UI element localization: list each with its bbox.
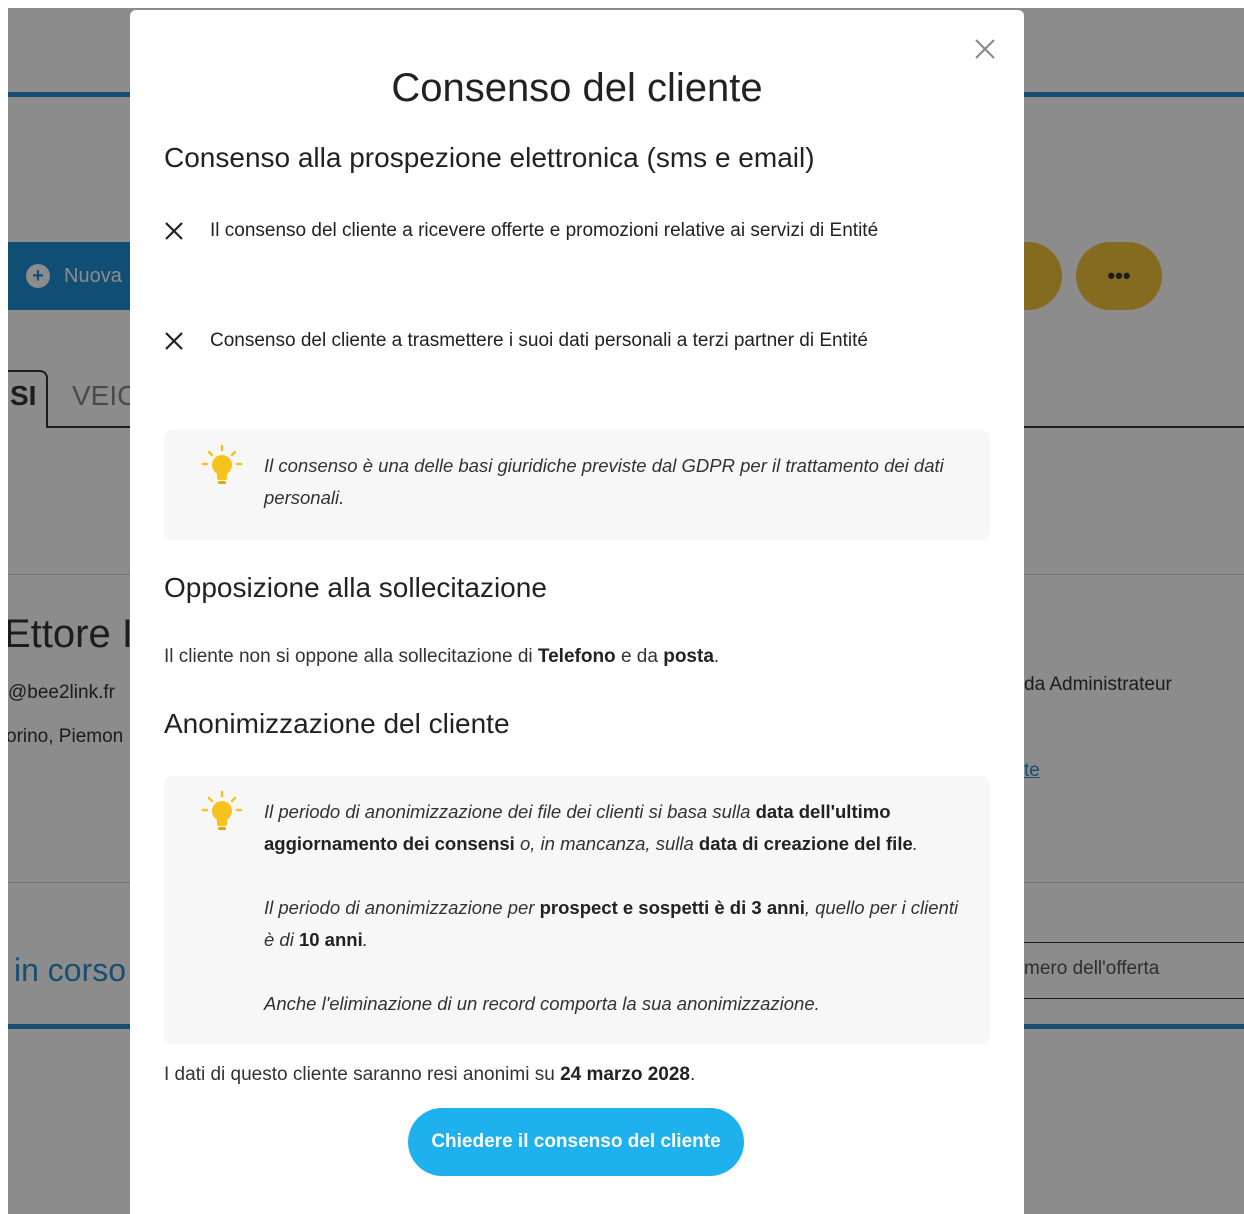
anonymization-paragraph-3: Anche l'eliminazione di un record compor… [264,993,820,1014]
x-icon [165,222,183,240]
opposition-text-part: e da [615,646,664,667]
opposition-text: Il cliente non si oppone alla sollecitaz… [164,646,719,668]
consent-modal: Consenso del cliente Consenso alla prosp… [130,10,1024,1214]
text-part: . [362,929,368,950]
opposition-channel-phone: Telefono [537,646,616,667]
modal-title: Consenso del cliente [391,66,763,110]
text-part: Il periodo di anonimizzazione per [264,897,540,918]
opposition-text-part: . [713,646,720,667]
lightbulb-icon [201,444,243,484]
anonymization-paragraph-1: Il periodo di anonimizzazione dei file d… [264,796,960,860]
consent-item-third-party: Consenso del cliente a trasmettere i suo… [164,330,868,352]
close-button[interactable] [970,34,1000,64]
electronic-consent-title: Consenso alla prospezione elettronica (s… [164,142,815,173]
request-consent-button[interactable]: Chiedere il consenso del cliente [408,1108,744,1176]
gdpr-info-box: Il consenso è una delle basi giuridiche … [164,430,990,540]
anonymization-date-text: I dati di questo cliente saranno resi an… [164,1064,695,1086]
text-part: . [912,833,918,854]
text-emphasis: prospect e sospetti è di 3 anni [539,897,805,918]
x-icon [165,332,183,350]
anonymization-title: Anonimizzazione del cliente [164,708,510,739]
anonymization-date: 24 marzo 2028 [560,1064,690,1085]
gdpr-info-text: Il consenso è una delle basi giuridiche … [264,455,944,508]
opposition-channel-mail: posta [663,646,714,667]
text-emphasis: data di creazione del file [698,833,913,854]
lightbulb-icon [201,790,243,830]
text-part: . [689,1064,696,1085]
close-icon [975,39,995,59]
text-part: o, in mancanza, sulla [514,833,699,854]
consent-item-offers: Il consenso del cliente a ricevere offer… [164,220,878,242]
text-emphasis: 10 anni [298,929,363,950]
opposition-title: Opposizione alla sollecitazione [164,572,547,603]
text-part: I dati di questo cliente saranno resi an… [164,1064,561,1085]
consent-item-text: Il consenso del cliente a ricevere offer… [210,220,879,241]
anonymization-paragraph-2: Il periodo di anonimizzazione per prospe… [264,892,960,956]
anonymization-info-box: Il periodo di anonimizzazione dei file d… [164,776,990,1044]
text-part: Il periodo di anonimizzazione dei file d… [264,801,756,822]
consent-item-text: Consenso del cliente a trasmettere i suo… [210,330,868,351]
opposition-text-part: Il cliente non si oppone alla sollecitaz… [164,646,538,667]
